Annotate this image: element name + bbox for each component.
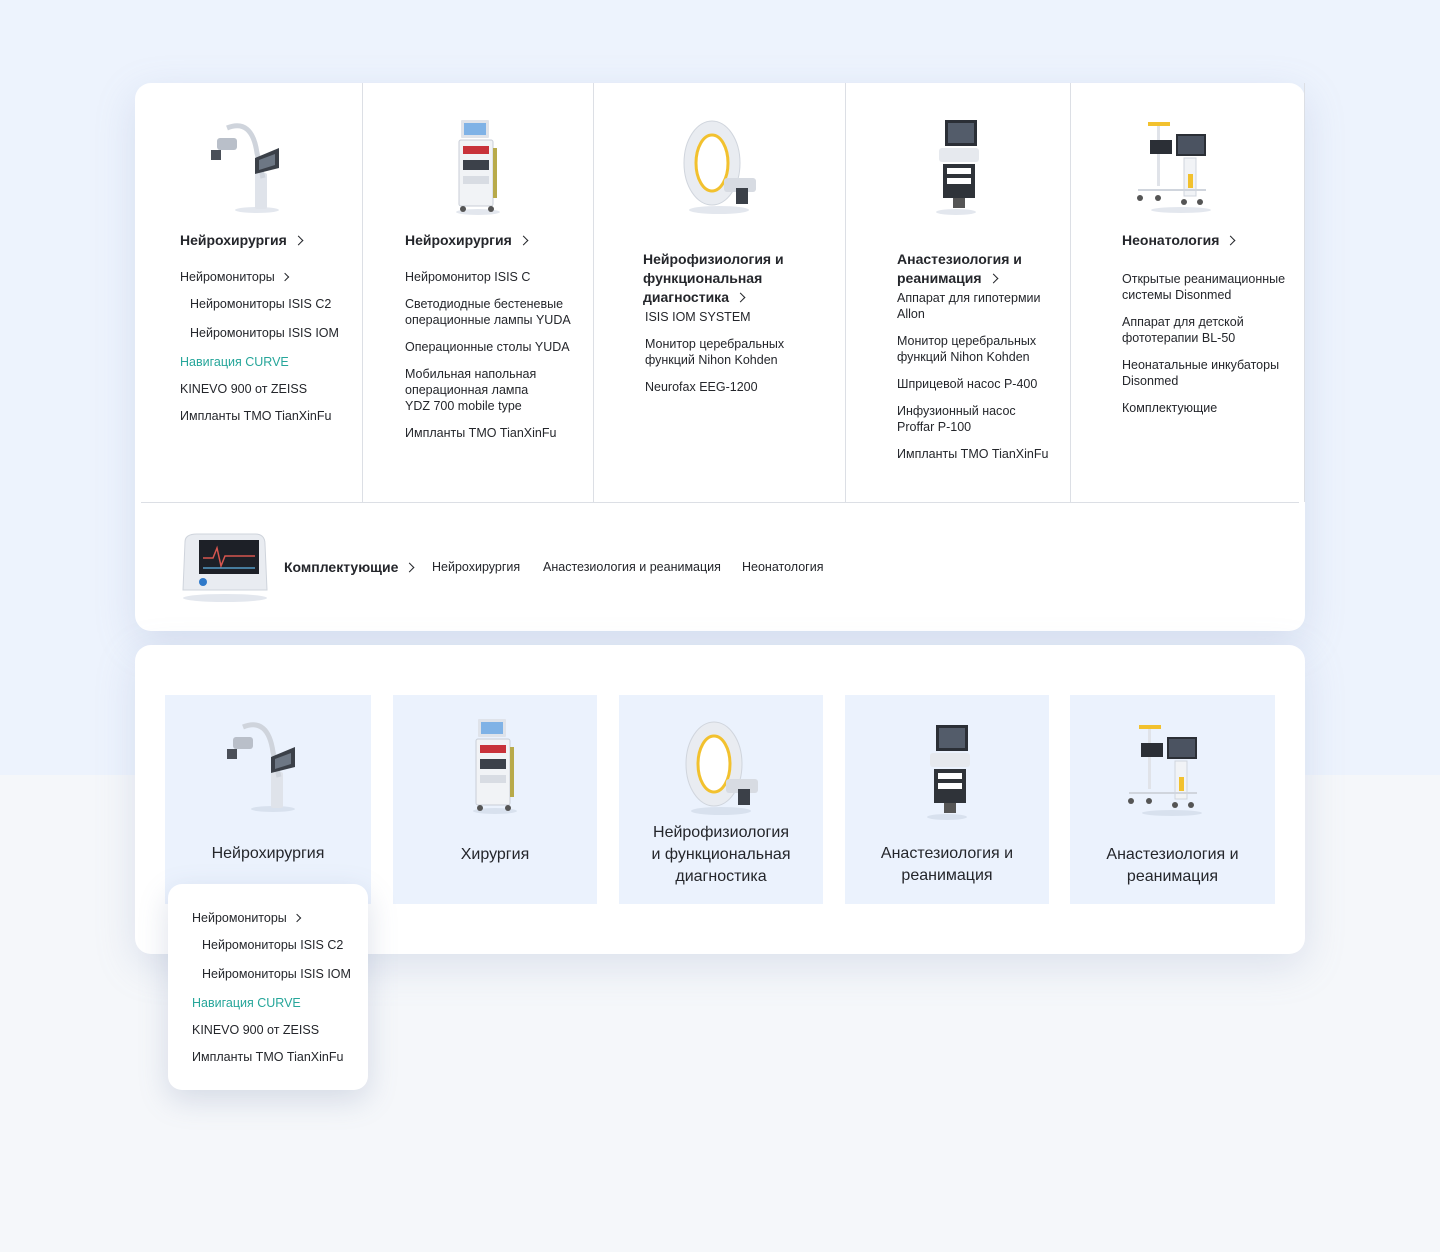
chevron-right-icon [1225,235,1236,246]
list-item[interactable]: Аппарат для гипотермии Allon [897,290,1048,322]
chevron-right-icon [293,235,304,246]
category-title[interactable]: Неонатология [1122,231,1236,250]
list-item[interactable]: Комплектующие [1122,400,1285,416]
list-item[interactable]: Нейромониторы ISIS C2 [192,937,351,953]
category-card-anesthesiology-2[interactable]: Анастезиология и реанимация [1070,695,1275,904]
mri-scanner-icon [683,120,756,214]
ultrasound-machine-icon [936,120,979,215]
category-column-anesthesiology: Анастезиология и реанимация Аппарат для … [846,83,1071,502]
category-item-list: Аппарат для гипотермии Allon Монитор цер… [897,290,1048,473]
list-item[interactable]: Навигация CURVE [180,354,339,370]
list-item[interactable]: Монитор церебральных функций Nihon Kohde… [897,333,1048,365]
accessories-link-neurosurgery[interactable]: Нейрохирургия [432,560,520,574]
equipment-cart-icon [456,120,500,215]
card-title: Анастезиология и реанимация [1106,846,1239,885]
list-item[interactable]: Открытые реанимационные системы Disonmed [1122,271,1285,303]
list-item[interactable]: Нейромониторы [180,269,339,285]
accessories-link-neonatology[interactable]: Неонатология [742,560,823,574]
card-title: Анастезиология и реанимация [880,845,1014,884]
subcategory-dropdown: Нейромониторы Нейромониторы ISIS C2 Нейр… [168,884,368,1090]
list-item[interactable]: Светодиодные бестеневые операционные лам… [405,296,571,328]
category-card-neurosurgery[interactable]: Нейрохирургия [165,695,371,904]
card-title: Нейрофизиология и функциональная диагнос… [651,824,791,885]
category-card-neurophysiology[interactable]: Нейрофизиология и функциональная диагнос… [619,695,823,904]
category-card-anesthesiology[interactable]: Анастезиология и реанимация [845,695,1049,904]
list-item[interactable]: Нейромониторы ISIS IOM [192,966,351,982]
category-column-neurosurgery-2: Нейрохирургия Нейромонитор ISIS C Светод… [363,83,594,502]
category-item-list: ISIS IOM SYSTEM Монитор церебральных фун… [645,309,784,406]
list-item[interactable]: Нейромониторы [192,910,351,926]
category-item-list: Нейромонитор ISIS C Светодиодные бестене… [405,269,571,452]
chevron-right-icon [280,272,290,282]
list-item[interactable]: Шприцевой насос Р-400 [897,376,1048,392]
list-item[interactable]: Импланты ТМО TianXinFu [897,446,1048,462]
chevron-right-icon [518,235,529,246]
category-title[interactable]: Нейрофизиология и функциональная диагнос… [643,231,784,307]
list-item[interactable]: Неонатальные инкубаторы Disonmed [1122,357,1285,389]
list-item[interactable]: Операционные столы YUDA [405,339,571,355]
list-item[interactable]: Нейромонитор ISIS C [405,269,571,285]
patient-monitor-icon [182,533,268,602]
chevron-right-icon [292,913,302,923]
list-item[interactable]: ISIS IOM SYSTEM [645,309,784,325]
list-item[interactable]: Импланты ТМО TianXinFu [192,1049,351,1065]
category-item-list: Нейромониторы Нейромониторы ISIS C2 Нейр… [180,269,339,435]
equipment-cart-icon [473,719,517,814]
category-item-list: Открытые реанимационные системы Disonmed… [1122,271,1285,427]
category-title[interactable]: Нейрохирургия [405,231,529,250]
list-item[interactable]: Нейромониторы ISIS IOM [180,325,339,341]
list-item[interactable]: KINEVO 900 от ZEISS [180,381,339,397]
list-item[interactable]: Импланты ТМО TianXinFu [180,408,339,424]
card-title: Хирургия [460,846,530,863]
mri-scanner-icon [685,721,758,815]
category-title[interactable]: Анастезиология и реанимация [897,231,1022,288]
category-title[interactable]: Нейрохирургия [180,231,304,250]
accessories-link-anesthesiology[interactable]: Анастезиология и реанимация [543,560,721,574]
dropdown-item-list: Нейромониторы Нейромониторы ISIS C2 Нейр… [192,910,351,1076]
list-item[interactable]: Нейромониторы ISIS C2 [180,296,339,312]
accessories-row: Комплектующие Нейрохирургия Анастезиолог… [175,528,1275,608]
category-column-neurophysiology: Нейрофизиология и функциональная диагнос… [594,83,846,502]
neonatal-warmer-icon [1128,725,1202,816]
list-item[interactable]: Монитор церебральных функций Nihon Kohde… [645,336,784,368]
chevron-right-icon [404,562,415,573]
list-item[interactable]: Импланты ТМО TianXinFu [405,425,571,441]
category-column-neonatology: Неонатология Открытые реанимационные сис… [1071,83,1305,502]
mega-menu-panel: Нейрохирургия Нейромониторы Нейромонитор… [135,83,1305,631]
ultrasound-machine-icon [927,725,970,820]
chevron-right-icon [988,273,998,284]
surgical-microscope-icon [211,123,279,213]
category-card-surgery[interactable]: Хирургия [393,695,597,904]
list-item[interactable]: KINEVO 900 от ZEISS [192,1022,351,1038]
category-column-neurosurgery: Нейрохирургия Нейромониторы Нейромонитор… [135,83,363,502]
accessories-title[interactable]: Комплектующие [284,559,415,575]
list-item[interactable]: Neurofax EEG-1200 [645,379,784,395]
neonatal-warmer-icon [1137,122,1211,213]
list-item[interactable]: Инфузионный насос Proffar P-100 [897,403,1048,435]
list-item[interactable]: Аппарат для детской фототерапии BL-50 [1122,314,1285,346]
surgical-microscope-icon [227,722,295,812]
list-item[interactable]: Мобильная напольная операционная лампа Y… [405,366,571,414]
list-item[interactable]: Навигация CURVE [192,995,351,1011]
divider [141,502,1299,503]
chevron-right-icon [735,292,746,303]
card-title: Нейрохирургия [211,845,325,862]
